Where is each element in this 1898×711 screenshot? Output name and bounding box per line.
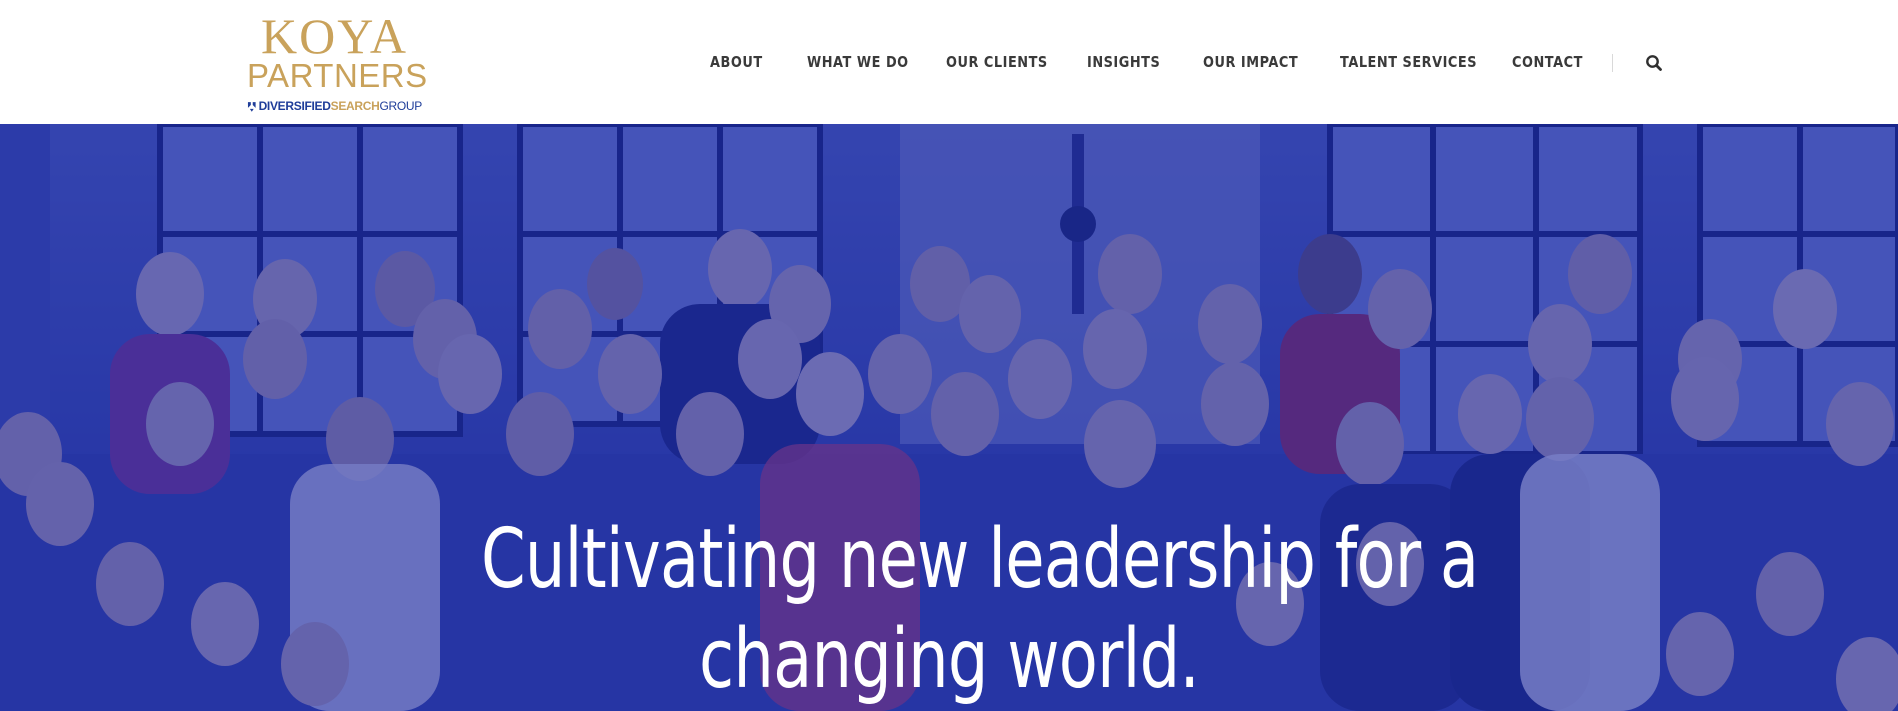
- nav-our-clients[interactable]: OUR CLIENTS: [946, 50, 1048, 74]
- site-header: KOYA PARTNERS DIVERSIFIED SEARCH GROUP ABO…: [0, 0, 1898, 124]
- search-icon: [1646, 55, 1662, 71]
- nav-what-we-do[interactable]: WHAT WE DO: [807, 50, 909, 74]
- diversified-search-mark-icon: [247, 102, 256, 112]
- search-button[interactable]: [1644, 53, 1664, 73]
- hero-heading-line-2: changing world.: [698, 612, 1200, 707]
- logo-sub-group: GROUP: [379, 99, 422, 113]
- nav-our-impact[interactable]: OUR IMPACT: [1203, 50, 1298, 74]
- logo-tagline: DIVERSIFIED SEARCH GROUP: [247, 98, 422, 114]
- hero-banner: Cultivating new leadership for a changin…: [0, 124, 1898, 711]
- main-nav: ABOUT WHAT WE DO OUR CLIENTS INSIGHTS OU…: [0, 50, 1898, 74]
- hero-heading: Cultivating new leadership for a changin…: [349, 510, 1549, 710]
- logo-sub-search: SEARCH: [330, 99, 380, 113]
- nav-about[interactable]: ABOUT: [710, 50, 763, 74]
- nav-insights[interactable]: INSIGHTS: [1087, 50, 1160, 74]
- nav-divider: [1612, 54, 1613, 72]
- nav-talent-services[interactable]: TALENT SERVICES: [1340, 50, 1477, 74]
- logo-sub-diversified: DIVERSIFIED: [258, 99, 331, 113]
- hero-heading-line-1: Cultivating new leadership for a: [481, 512, 1479, 607]
- nav-contact[interactable]: CONTACT: [1512, 50, 1583, 74]
